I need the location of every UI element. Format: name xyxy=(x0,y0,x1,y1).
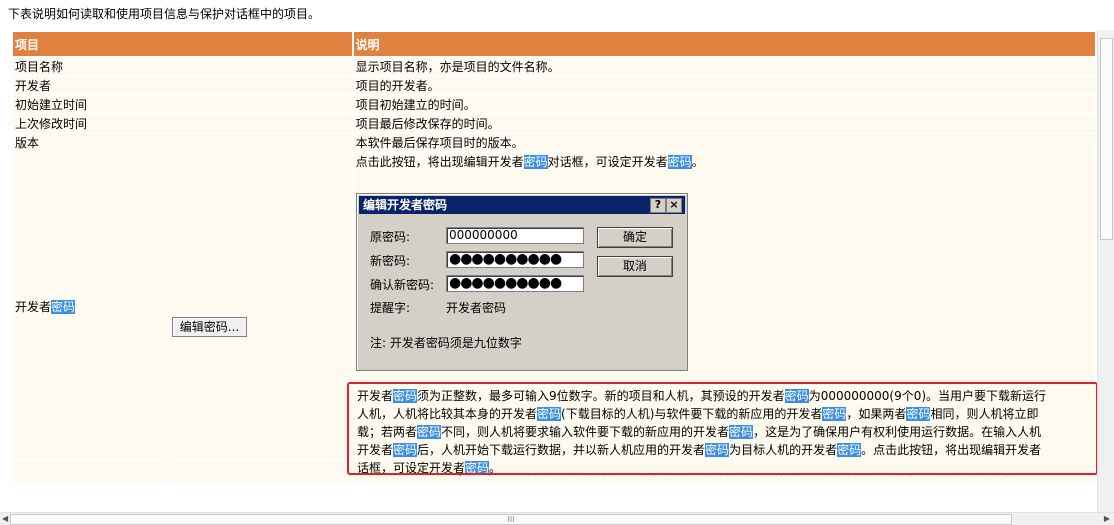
table-row: 上次修改时间 项目最后修改保存的时间。 xyxy=(13,115,1095,132)
row-item: 上次修改时间 xyxy=(13,115,352,132)
highlight: 密码 xyxy=(465,461,490,475)
desc-text: 对话框，可设定开发者 xyxy=(547,155,668,169)
header-item: 项目 xyxy=(13,32,352,56)
vertical-scrollbar[interactable] xyxy=(1097,30,1114,516)
old-password-label: 原密码: xyxy=(370,230,411,244)
old-password-field[interactable]: 000000000 xyxy=(446,227,584,244)
confirm-password-label: 确认新密码: xyxy=(370,278,435,292)
dialog-note: 注: 开发者密码须是九位数字 xyxy=(370,336,522,350)
close-icon[interactable]: × xyxy=(666,198,682,213)
note-text: 开发者 xyxy=(357,443,394,457)
ok-button[interactable]: 确定 xyxy=(597,227,673,248)
note-text: 为目标人机的开发者 xyxy=(729,443,838,457)
note-text: 后，人机开始下载运行数据，并以新人机应用的开发者 xyxy=(417,443,706,457)
row-desc: 本软件最后保存项目时的版本。 xyxy=(353,134,1095,151)
hint-value: 开发者密码 xyxy=(446,301,507,315)
note-text: 不同，则人机将要求输入软件要下载的新应用的开发者 xyxy=(441,425,730,439)
header-desc: 说明 xyxy=(353,32,1095,56)
row-item: 开发者密码 xyxy=(13,153,168,459)
hint-label: 提醒字: xyxy=(370,301,411,315)
highlight: 密码 xyxy=(537,407,562,421)
new-password-label: 新密码: xyxy=(370,254,411,268)
row-desc: 项目初始建立的时间。 xyxy=(353,96,1095,113)
note-line: 开发者密码须为正整数，最多可输入9位数字。新的项目和人机，其预设的开发者密码为0… xyxy=(357,387,1096,405)
vertical-scroll-thumb[interactable] xyxy=(1100,38,1113,240)
cancel-button[interactable]: 取消 xyxy=(597,256,673,277)
highlight: 密码 xyxy=(393,443,418,457)
highlight: 密码 xyxy=(906,407,931,421)
table-row: 开发者 项目的开发者。 xyxy=(13,77,1095,94)
table-row: 项目名称 显示项目名称，亦是项目的文件名称。 xyxy=(13,58,1095,75)
row-item: 初始建立时间 xyxy=(13,96,352,113)
note-text: 开发者 xyxy=(357,389,394,403)
table-header: 项目 说明 xyxy=(13,32,1095,56)
highlight: 密码 xyxy=(784,389,809,403)
help-icon[interactable]: ? xyxy=(650,198,666,213)
highlight: 密码 xyxy=(729,425,754,439)
row-desc: 显示项目名称，亦是项目的文件名称。 xyxy=(353,58,1095,75)
note-text: 。点击此按钮，将出现编辑开发者 xyxy=(861,443,1042,457)
edit-password-dialog: 编辑开发者密码 ? × 原密码: 000000000 新密码: ●●●●●●●●… xyxy=(356,193,688,371)
note-line: 话框，可设定开发者密码。 xyxy=(357,459,1096,475)
note-text: (下载目标的人机)与软件要下载的新应用的开发者 xyxy=(561,407,823,421)
note-text: 。 xyxy=(489,461,502,475)
note-line: 载；若两者密码不同，则人机将要求输入软件要下载的新应用的开发者密码，这是为了确保… xyxy=(357,423,1096,441)
confirm-password-field[interactable]: ●●●●●●●●●● xyxy=(446,275,584,292)
row-desc: 项目最后修改保存的时间。 xyxy=(353,115,1095,132)
row-item: 开发者 xyxy=(13,77,352,94)
horizontal-scrollbar[interactable]: ◀ III ▶ xyxy=(0,512,1114,525)
note-text: 载；若两者 xyxy=(357,425,418,439)
new-password-field[interactable]: ●●●●●●●●●● xyxy=(446,251,584,268)
dialog-titlebar: 编辑开发者密码 ? × xyxy=(359,196,685,214)
scroll-right-icon[interactable]: ▶ xyxy=(1104,514,1110,523)
highlight: 密码 xyxy=(523,155,548,169)
table-row: 版本 本软件最后保存项目时的版本。 xyxy=(13,134,1095,151)
row-item: 项目名称 xyxy=(13,58,352,75)
desc-text: 。 xyxy=(691,155,704,169)
highlight: 密码 xyxy=(667,155,692,169)
table-row: 初始建立时间 项目初始建立的时间。 xyxy=(13,96,1095,113)
edit-password-button[interactable]: 编辑密码... xyxy=(172,317,247,337)
note-text: 须为正整数，最多可输入9位数字。新的项目和人机，其预设的开发者 xyxy=(417,389,785,403)
button-cell xyxy=(169,153,352,459)
row-item xyxy=(13,461,168,483)
intro-text: 下表说明如何读取和使用项目信息与保护对话框中的项目。 xyxy=(8,7,321,21)
row-item-2 xyxy=(169,461,352,483)
highlight: 密码 xyxy=(822,407,847,421)
row-item: 版本 xyxy=(13,134,352,151)
password-note-text: 开发者密码须为正整数，最多可输入9位数字。新的项目和人机，其预设的开发者密码为0… xyxy=(357,387,1096,475)
desc-text: 点击此按钮，将出现编辑开发者 xyxy=(355,155,524,169)
note-text: ，这是为了确保用户有权利使用运行数据。在输入人机 xyxy=(753,425,1042,439)
dev-password-label: 开发者 xyxy=(15,299,52,314)
highlight: 密码 xyxy=(705,443,730,457)
highlight: 密码 xyxy=(51,299,76,314)
note-line: 人机，人机将比较其本身的开发者密码(下载目标的人机)与软件要下载的新应用的开发者… xyxy=(357,405,1096,423)
note-text: 相同，则人机将立即 xyxy=(930,407,1039,421)
dialog-title: 编辑开发者密码 xyxy=(363,198,448,212)
note-text: 为000000000(9个0)。当用户要下载新运行 xyxy=(808,389,1047,403)
horizontal-scroll-thumb[interactable]: III xyxy=(10,514,1012,525)
highlight: 密码 xyxy=(393,389,418,403)
highlight: 密码 xyxy=(417,425,442,439)
scroll-left-icon[interactable]: ◀ xyxy=(2,514,8,523)
password-note-box: 开发者密码须为正整数，最多可输入9位数字。新的项目和人机，其预设的开发者密码为0… xyxy=(347,382,1098,475)
highlight: 密码 xyxy=(837,443,862,457)
note-text: 话框，可设定开发者 xyxy=(357,461,466,475)
note-text: 人机，人机将比较其本身的开发者 xyxy=(357,407,538,421)
row-desc: 项目的开发者。 xyxy=(353,77,1095,94)
note-line: 开发者密码后，人机开始下载运行数据，并以新人机应用的开发者密码为目标人机的开发者… xyxy=(357,441,1096,459)
note-text: ，如果两者 xyxy=(846,407,907,421)
